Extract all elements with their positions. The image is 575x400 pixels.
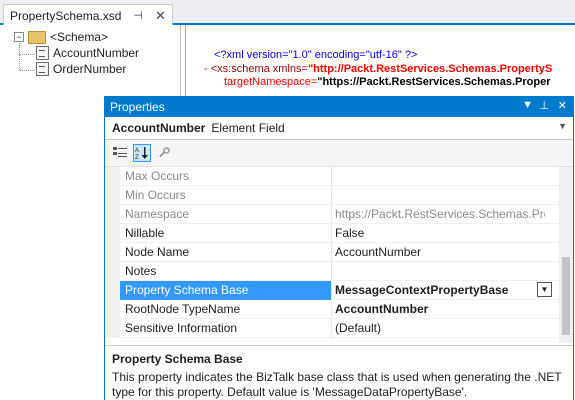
xml-schema-tag: <xs:schema xmlns=	[210, 63, 308, 75]
property-row-min-occurs[interactable]: Min Occurs	[105, 186, 559, 205]
property-row-node-name[interactable]: Node Name AccountNumber	[105, 243, 559, 262]
properties-title: Properties	[110, 100, 165, 114]
properties-toolbar: AZ	[105, 140, 573, 167]
tree-node-account-number[interactable]: AccountNumber	[36, 46, 139, 60]
window-menu-icon[interactable]: ▼	[522, 99, 533, 111]
column-divider	[331, 243, 332, 262]
tab-property-schema[interactable]: PropertySchema.xsd ⊣ ✕	[3, 4, 173, 26]
property-row-nillable[interactable]: Nillable False	[105, 224, 559, 243]
tree-connector	[19, 54, 35, 55]
tree-node-label: <Schema>	[50, 30, 109, 44]
column-divider	[331, 319, 332, 338]
property-row-notes[interactable]: Notes	[105, 262, 559, 281]
description-title: Property Schema Base	[112, 352, 243, 366]
tab-title: PropertySchema.xsd	[10, 8, 122, 23]
property-name: Max Occurs	[125, 169, 190, 183]
property-value[interactable]: https://Packt.RestServices.Schemas.Prope	[335, 207, 545, 221]
row-margin	[105, 186, 120, 205]
scrollbar-thumb[interactable]	[562, 257, 570, 335]
chevron-down-icon[interactable]: ▼	[558, 121, 567, 131]
column-divider	[331, 186, 332, 205]
property-row-namespace[interactable]: Namespace https://Packt.RestServices.Sch…	[105, 205, 559, 224]
row-margin	[105, 262, 120, 281]
tree-connector	[19, 40, 20, 70]
properties-title-bar[interactable]: Properties ▼ ⊥ ✕	[105, 97, 573, 117]
tree-node-label: AccountNumber	[53, 46, 140, 60]
folder-icon	[28, 30, 46, 44]
property-value[interactable]: MessageContextPropertyBase	[335, 283, 545, 297]
xml-collapse-marker[interactable]: -	[204, 63, 208, 75]
property-row-max-occurs[interactable]: Max Occurs	[105, 167, 559, 186]
property-value[interactable]: False	[335, 226, 545, 240]
description-pane: Property Schema Base This property indic…	[105, 345, 573, 400]
collapse-icon[interactable]: −	[14, 32, 24, 42]
tree-node-schema[interactable]: − <Schema>	[14, 30, 108, 44]
pin-icon[interactable]: ⊣	[133, 9, 143, 22]
object-name: AccountNumber	[112, 121, 206, 135]
property-name: Nillable	[125, 226, 165, 240]
row-margin	[105, 300, 120, 319]
xml-attr-name: targetNamespace=	[224, 76, 318, 88]
column-divider	[331, 224, 332, 243]
element-field-icon	[36, 46, 49, 60]
property-value[interactable]: AccountNumber	[335, 245, 545, 259]
xml-schema-xmlns: "http://Packt.RestServices.Schemas.Prope…	[307, 63, 553, 75]
alphabetical-icon[interactable]: AZ	[133, 144, 151, 162]
chevron-down-icon[interactable]: ▼	[537, 282, 552, 297]
property-row-property-schema-base[interactable]: Property Schema Base MessageContextPrope…	[105, 281, 559, 300]
close-icon[interactable]: ✕	[155, 8, 166, 24]
xml-schema-line: - <xs:schema xmlns="http://Packt.RestSer…	[204, 63, 552, 75]
column-divider	[331, 262, 332, 281]
column-divider	[331, 281, 332, 300]
row-margin	[105, 205, 120, 224]
column-divider	[331, 300, 332, 319]
editor-tab-strip: PropertySchema.xsd ⊣ ✕	[0, 0, 575, 26]
xml-preview-pane: <?xml version="1.0" encoding="utf-16" ?>…	[185, 25, 575, 97]
property-value[interactable]: (Default)	[335, 321, 545, 335]
property-name: Sensitive Information	[125, 321, 238, 335]
wrench-icon[interactable]	[155, 144, 173, 162]
tree-connector	[19, 70, 35, 71]
description-text: This property indicates the BizTalk base…	[112, 370, 562, 399]
row-margin	[105, 281, 120, 300]
close-icon[interactable]: ✕	[558, 99, 567, 112]
property-name: Node Name	[125, 245, 190, 259]
object-selector[interactable]: AccountNumber Element Field ▼	[105, 117, 573, 140]
property-name: Min Occurs	[125, 188, 186, 202]
svg-text:A: A	[135, 148, 139, 154]
property-grid-scrollbar[interactable]	[559, 167, 573, 343]
xml-attr-value: "https://Packt.RestServices.Schemas.Prop…	[317, 76, 551, 88]
tree-node-label: OrderNumber	[53, 62, 127, 76]
categorized-icon[interactable]	[111, 144, 129, 162]
properties-window: Properties ▼ ⊥ ✕ AccountNumber Element F…	[104, 96, 574, 400]
row-margin	[105, 224, 120, 243]
property-name: Notes	[125, 264, 157, 278]
pin-icon[interactable]: ⊥	[539, 99, 549, 112]
row-margin	[105, 243, 120, 262]
row-margin	[105, 167, 120, 186]
property-name: Property Schema Base	[120, 281, 331, 300]
element-field-icon	[36, 62, 49, 76]
svg-text:Z: Z	[135, 155, 139, 160]
property-row-sensitive-information[interactable]: Sensitive Information (Default)	[105, 319, 559, 338]
object-type: Element Field	[211, 121, 285, 135]
property-row-rootnode-typename[interactable]: RootNode TypeName AccountNumber	[105, 300, 559, 319]
property-name: Namespace	[125, 207, 190, 221]
tree-node-order-number[interactable]: OrderNumber	[36, 62, 126, 76]
property-grid: Max Occurs Min Occurs Namespace https://…	[105, 167, 559, 343]
column-divider	[331, 205, 332, 224]
property-value[interactable]: AccountNumber	[335, 302, 545, 316]
xml-declaration: <?xml version="1.0" encoding="utf-16" ?>	[214, 49, 418, 61]
row-margin	[105, 319, 120, 338]
property-name: RootNode TypeName	[125, 302, 241, 316]
xml-target-namespace-line: targetNamespace="https://Packt.RestServi…	[224, 76, 551, 88]
column-divider	[331, 167, 332, 186]
